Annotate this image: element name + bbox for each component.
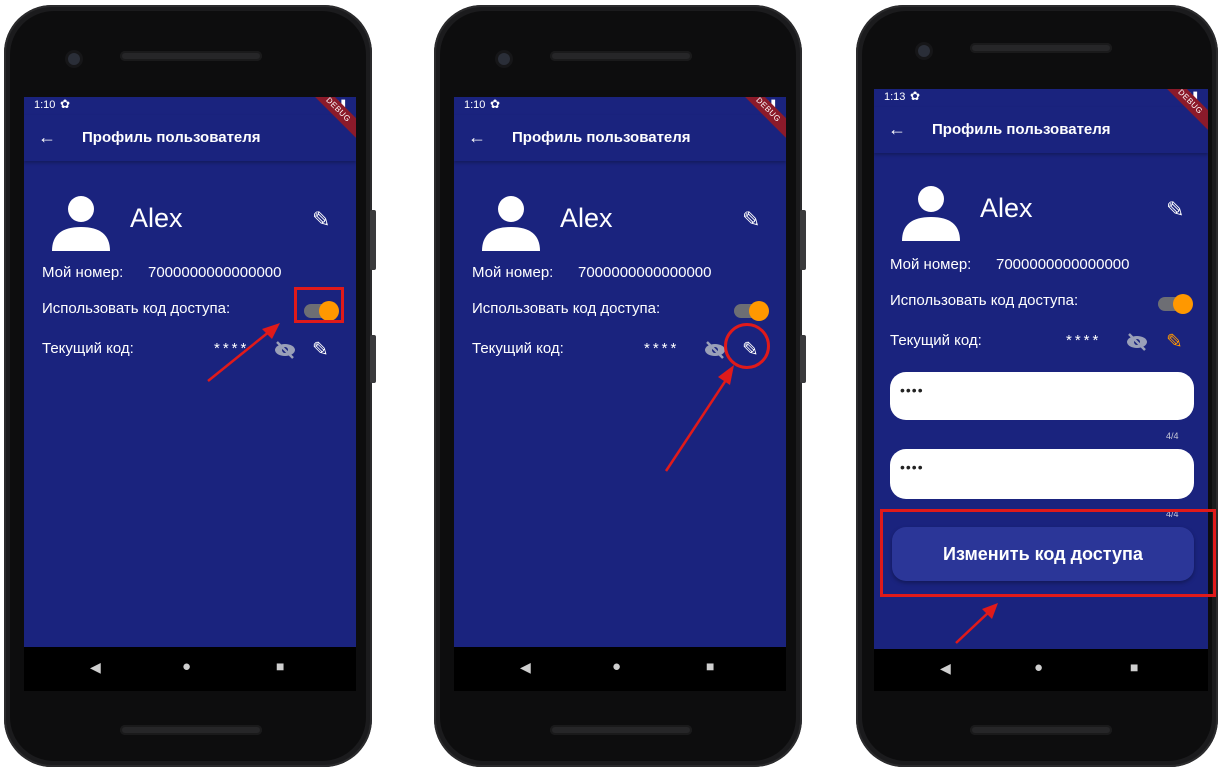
nav-back-icon[interactable]: ◀ [90, 659, 101, 676]
my-number-value: 7000000000000000 [996, 256, 1130, 273]
clock: 1:10 [34, 99, 56, 111]
bottom-speaker [550, 725, 692, 735]
system-nav-bar: ◀ ● ■ [454, 647, 786, 691]
masked-code: **** [644, 340, 680, 357]
front-camera [68, 53, 80, 65]
toggle-knob [749, 301, 769, 321]
power-button [800, 335, 806, 383]
nav-recents-icon[interactable]: ■ [1130, 659, 1138, 675]
edit-name-pen-icon[interactable]: ✎ [742, 207, 760, 233]
nav-home-icon[interactable]: ● [612, 658, 621, 675]
phone-1: 1:10 ✿ ▼▮ ← Профиль пользователя DEBUG A… [4, 5, 376, 767]
use-code-label: Использовать код доступа: [42, 300, 231, 317]
back-arrow-icon[interactable]: ← [38, 127, 56, 148]
back-arrow-icon[interactable]: ← [888, 119, 906, 140]
edit-name-pen-icon[interactable]: ✎ [312, 207, 330, 233]
page-title: Профиль пользователя [82, 129, 261, 146]
app-bar: ← Профиль пользователя [24, 115, 356, 161]
settings-icon: ✿ [490, 97, 501, 111]
edit-name-pen-icon[interactable]: ✎ [1166, 197, 1184, 223]
page-title: Профиль пользователя [932, 121, 1111, 138]
power-button [370, 335, 376, 383]
annotation-arrow [207, 323, 280, 382]
current-code-label: Текущий код: [890, 332, 982, 349]
current-code-label: Текущий код: [42, 340, 134, 357]
bottom-speaker [120, 725, 262, 735]
earpiece-speaker [550, 51, 692, 61]
status-bar: 1:13 ✿ ▼▮ [874, 89, 1208, 107]
volume-button [800, 210, 806, 270]
confirm-code-input[interactable]: •••• [890, 449, 1194, 499]
user-name: Alex [130, 203, 183, 233]
confirm-code-value: •••• [900, 459, 924, 475]
settings-icon: ✿ [910, 89, 921, 103]
nav-recents-icon[interactable]: ■ [706, 658, 714, 674]
use-code-label: Использовать код доступа: [890, 292, 1079, 309]
person-icon [482, 196, 540, 251]
my-number-label: Мой номер: [42, 264, 124, 281]
nav-back-icon[interactable]: ◀ [520, 659, 531, 676]
use-code-label: Использовать код доступа: [472, 300, 661, 317]
edit-code-pen-icon[interactable]: ✎ [312, 337, 329, 362]
clock: 1:10 [464, 99, 486, 111]
phone-3: 1:13 ✿ ▼▮ ← Профиль пользователя DEBUG A… [856, 5, 1218, 767]
visibility-off-icon[interactable] [704, 341, 726, 359]
use-code-toggle[interactable] [734, 301, 769, 321]
visibility-off-icon[interactable] [1126, 333, 1148, 351]
my-number-value: 7000000000000000 [148, 264, 282, 281]
annotation-arrow [955, 603, 998, 644]
earpiece-speaker [120, 51, 262, 61]
highlight-toggle-box [294, 287, 344, 323]
clock: 1:13 [884, 91, 906, 103]
user-name: Alex [560, 203, 613, 233]
person-icon [902, 186, 960, 241]
current-code-label: Текущий код: [472, 340, 564, 357]
back-arrow-icon[interactable]: ← [468, 127, 486, 148]
use-code-toggle[interactable] [1158, 294, 1193, 314]
earpiece-speaker [970, 43, 1112, 53]
system-nav-bar: ◀ ● ■ [874, 649, 1208, 691]
app-bar: ← Профиль пользователя [874, 107, 1208, 153]
edit-code-pen-icon[interactable]: ✎ [1166, 329, 1183, 354]
annotation-arrow [664, 365, 734, 472]
app-screen: 1:10 ✿ ▼▮ ← Профиль пользователя DEBUG A… [24, 97, 356, 647]
new-code-counter: 4/4 [1166, 431, 1179, 441]
highlight-button-box [880, 509, 1216, 597]
new-code-input[interactable]: •••• [890, 372, 1194, 420]
toggle-knob [1173, 294, 1193, 314]
nav-recents-icon[interactable]: ■ [276, 658, 284, 674]
page-title: Профиль пользователя [512, 129, 691, 146]
new-code-value: •••• [900, 382, 924, 398]
app-bar: ← Профиль пользователя [454, 115, 786, 161]
front-camera [498, 53, 510, 65]
user-name: Alex [980, 193, 1033, 223]
bottom-speaker [970, 725, 1112, 735]
phone-2: 1:10 ✿ ▼▮ ← Профиль пользователя DEBUG A… [434, 5, 806, 767]
volume-button [370, 210, 376, 270]
masked-code: **** [1066, 332, 1102, 349]
my-number-label: Мой номер: [890, 256, 972, 273]
system-nav-bar: ◀ ● ■ [24, 647, 356, 691]
my-number-label: Мой номер: [472, 264, 554, 281]
nav-home-icon[interactable]: ● [1034, 659, 1043, 676]
nav-back-icon[interactable]: ◀ [940, 660, 951, 677]
nav-home-icon[interactable]: ● [182, 658, 191, 675]
my-number-value: 7000000000000000 [578, 264, 712, 281]
settings-icon: ✿ [60, 97, 71, 111]
person-icon [52, 196, 110, 251]
status-bar: 1:10 ✿ ▼▮ [24, 97, 356, 115]
front-camera [918, 45, 930, 57]
status-bar: 1:10 ✿ ▼▮ [454, 97, 786, 115]
